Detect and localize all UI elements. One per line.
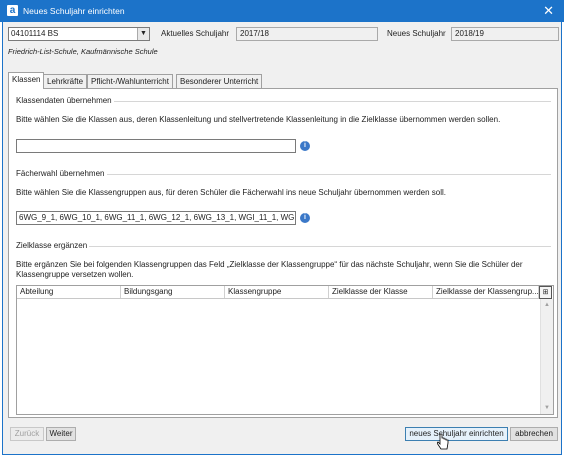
close-icon[interactable]: ✕: [543, 3, 554, 18]
zielklasse-description-line2: Klassengruppe versetzen wollen.: [16, 270, 134, 279]
klassendaten-description: Bitte wählen Sie die Klassen aus, deren …: [16, 115, 501, 124]
section-title-zielklasse: Zielklasse ergänzen: [14, 241, 90, 250]
faecherwahl-description: Bitte wählen Sie die Klassengruppen aus,…: [16, 188, 447, 197]
faecherwahl-input-value: 6WG_9_1, 6WG_10_1, 6WG_11_1, 6WG_12_1, 6…: [19, 213, 296, 222]
create-school-year-button[interactable]: neues Schuljahr einrichten: [405, 427, 508, 441]
school-select-value: 04101114 BS: [11, 29, 59, 38]
tab-panel-klassen: Klassendaten übernehmen Bitte wählen Sie…: [8, 88, 558, 418]
column-header-bildungsgang[interactable]: Bildungsgang: [121, 286, 225, 298]
cancel-button[interactable]: abbrechen: [510, 427, 558, 441]
column-header-abteilung[interactable]: Abteilung: [17, 286, 121, 298]
zielklasse-description-line1: Bitte ergänzen Sie bei folgenden Klassen…: [16, 260, 523, 269]
grid-header-row: Abteilung Bildungsgang Klassengruppe Zie…: [17, 286, 539, 299]
tab-besonderer-unterricht[interactable]: Besonderer Unterricht: [176, 74, 263, 88]
current-year-value: 2017/18: [240, 29, 269, 38]
section-title-faecherwahl: Fächerwahl übernehmen: [14, 169, 107, 178]
current-year-label: Aktuelles Schuljahr: [161, 29, 230, 38]
new-year-value: 2018/19: [455, 29, 484, 38]
info-icon[interactable]: i: [300, 213, 310, 223]
grid-vertical-scrollbar[interactable]: ▲ ▼: [540, 299, 553, 414]
column-header-zielklasse-der-klasse[interactable]: Zielklasse der Klasse: [329, 286, 433, 298]
app-logo-icon: a: [7, 5, 18, 16]
klassendaten-input[interactable]: [16, 139, 296, 153]
scroll-down-icon[interactable]: ▼: [541, 402, 553, 414]
column-header-zielklasse-der-klassengruppe[interactable]: Zielklasse der Klassengrup...: [433, 286, 539, 298]
chevron-down-icon[interactable]: ▼: [137, 28, 149, 40]
new-year-field: 2018/19: [451, 27, 559, 41]
title-bar: a Neues Schuljahr einrichten ✕: [0, 0, 564, 22]
column-header-klassengruppe[interactable]: Klassengruppe: [225, 286, 329, 298]
tab-lehrkraefte[interactable]: Lehrkräfte: [43, 74, 88, 88]
faecherwahl-input[interactable]: 6WG_9_1, 6WG_10_1, 6WG_11_1, 6WG_12_1, 6…: [16, 211, 296, 225]
new-year-label: Neues Schuljahr: [387, 29, 446, 38]
column-chooser-icon[interactable]: ⊞: [539, 286, 552, 299]
zielklasse-grid[interactable]: Abteilung Bildungsgang Klassengruppe Zie…: [16, 285, 554, 415]
tab-pflicht-wahlunterricht[interactable]: Pflicht-/Wahlunterricht: [87, 74, 173, 88]
section-divider: [15, 246, 551, 247]
info-icon[interactable]: i: [300, 141, 310, 151]
section-title-klassendaten: Klassendaten übernehmen: [14, 96, 114, 105]
dialog-client-area: 04101114 BS ▼ Aktuelles Schuljahr 2017/1…: [2, 22, 562, 455]
school-select[interactable]: 04101114 BS ▼: [8, 27, 150, 41]
tab-klassen[interactable]: Klassen: [8, 72, 45, 89]
scroll-up-icon[interactable]: ▲: [541, 299, 553, 311]
current-year-field: 2017/18: [236, 27, 378, 41]
back-button[interactable]: Zurück: [10, 427, 44, 441]
window-title: Neues Schuljahr einrichten: [23, 6, 125, 16]
school-name: Friedrich-List-Schule, Kaufmännische Sch…: [8, 47, 158, 56]
next-button[interactable]: Weiter: [46, 427, 76, 441]
mouse-cursor-icon: [437, 433, 449, 450]
